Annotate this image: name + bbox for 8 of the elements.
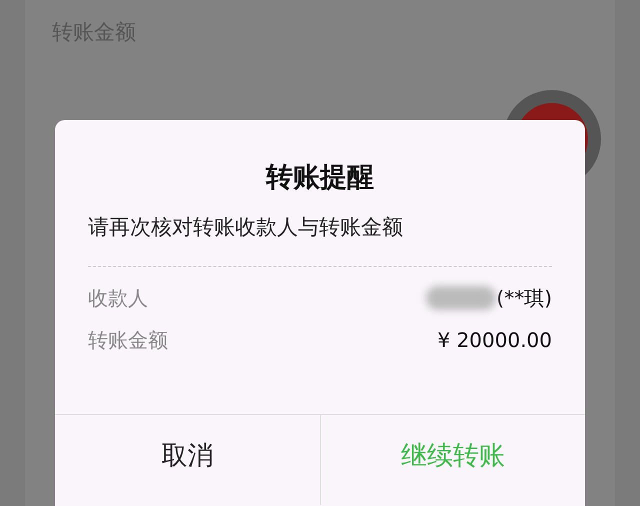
cancel-button[interactable]: 取消: [55, 415, 320, 505]
blurred-name-icon: [426, 286, 496, 310]
dialog-title: 转账提醒: [264, 161, 375, 195]
row-value: (**琪): [496, 285, 552, 312]
row-label: 转账金额: [88, 327, 168, 354]
row-label: 收款人: [88, 285, 148, 312]
row-value: ¥ 20000.00: [437, 327, 552, 354]
dialog-message: 请再次核对转账收款人与转账金额: [88, 214, 404, 241]
